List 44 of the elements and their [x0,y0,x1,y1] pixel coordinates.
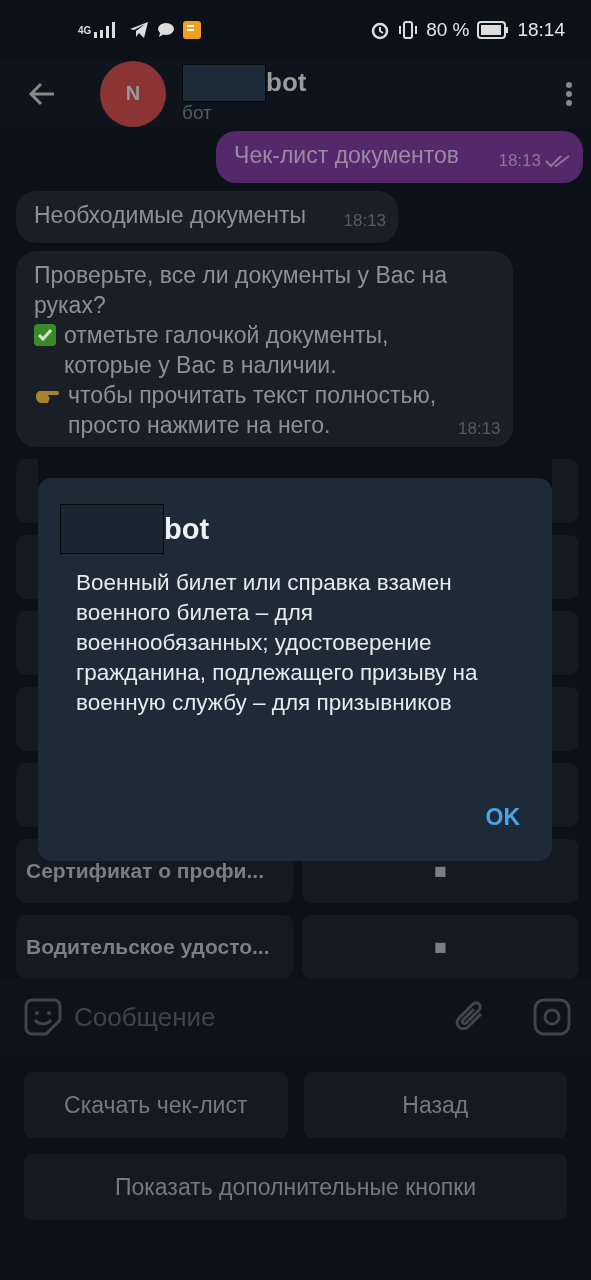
inline-keyboard-button-edge[interactable] [552,686,579,751]
alarm-clock-icon [370,20,391,41]
app-icon [183,21,202,40]
chat-bubble-icon [157,22,176,39]
dialog-text: Военный билет или справка взамен военного билета – для военнообязанных; удостоверение гражданина, подлежащего призыву на военную службу – для призывников [76,569,479,717]
double-check-icon [545,153,571,168]
check-mark-icon [34,323,56,346]
inline-keyboard-button-edge[interactable] [552,610,579,675]
ok-button[interactable]: OK [485,798,520,837]
battery-percent: 80 % [426,19,470,42]
message-text: чтобы прочитать текст полностью, просто нажмите на него. [68,380,438,440]
chat-subtitle: бот [182,101,213,124]
message-time: 18:13 [498,149,541,172]
inline-keyboard-button-edge[interactable] [552,762,579,827]
inline-keyboard-button-edge[interactable] [16,534,38,599]
inline-keyboard-button-edge[interactable] [16,686,38,751]
message-text: отметьте галочкой документы, которые у Вас в наличии. [64,320,390,380]
dialog-title: bot [164,512,210,546]
camera-icon[interactable] [533,998,571,1037]
inline-keyboard-button-edge[interactable] [16,458,38,523]
inline-keyboard-button-edge[interactable] [16,610,38,675]
keyboard-button[interactable]: Скачать чек-лист [24,1072,288,1138]
back-arrow-icon[interactable] [28,81,56,106]
inline-keyboard-button[interactable]: Водительское удосто... [16,914,293,979]
clock-time: 18:14 [517,19,565,42]
message-text: Проверьте, все ли документы у Вас на руках? [34,260,448,320]
network-type: 4G [78,24,92,36]
keyboard-button[interactable]: Показать дополнительные кнопки [24,1154,567,1220]
message-text: Чек-лист документов [234,140,459,170]
inline-keyboard-button-edge[interactable] [552,534,579,599]
message-text: Необходимые документы [34,200,307,230]
sticker-icon[interactable] [24,998,62,1037]
paper-plane-icon [129,21,150,40]
keyboard-button[interactable]: Назад [303,1072,567,1138]
message-time: 18:13 [458,417,501,440]
battery-icon [477,21,510,40]
inline-keyboard-button-edge[interactable] [552,458,579,523]
avatar: N [100,60,166,127]
vibrate-icon [398,20,419,41]
message-time: 18:13 [343,209,387,232]
inline-keyboard-button-edge[interactable] [16,762,38,827]
chat-title: bot [266,67,307,99]
more-menu-icon[interactable] [565,80,573,107]
inline-keyboard-button[interactable]: ■ [302,914,579,979]
